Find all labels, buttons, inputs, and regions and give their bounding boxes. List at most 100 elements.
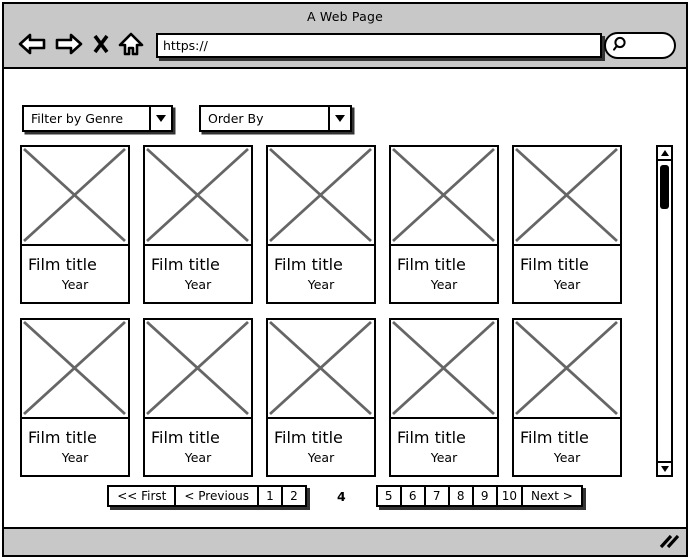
film-card[interactable]: Film title Year bbox=[20, 318, 130, 477]
page-button-10[interactable]: 10 bbox=[495, 485, 523, 507]
film-year: Year bbox=[184, 277, 212, 293]
film-year: Year bbox=[184, 450, 212, 466]
genre-filter-value[interactable]: Filter by Genre bbox=[22, 105, 150, 132]
film-grid-row: Film title Year Film title Year Film tit… bbox=[20, 145, 638, 304]
image-placeholder-icon bbox=[20, 318, 130, 419]
order-by-select[interactable]: Order By bbox=[199, 105, 352, 132]
scroll-down-glyph bbox=[660, 466, 669, 472]
film-title: Film title bbox=[28, 254, 97, 274]
page-button-5[interactable]: 5 bbox=[375, 485, 402, 507]
film-title: Film title bbox=[151, 427, 220, 447]
url-text: https:// bbox=[163, 38, 208, 53]
chevron-down-glyph bbox=[156, 115, 166, 122]
forward-arrow-icon[interactable] bbox=[54, 31, 84, 61]
image-placeholder-icon bbox=[20, 145, 130, 246]
film-card[interactable]: Film title Year bbox=[143, 145, 253, 304]
first-page-button[interactable]: << First bbox=[107, 485, 177, 507]
film-card[interactable]: Film title Year bbox=[389, 318, 499, 477]
film-year: Year bbox=[61, 277, 89, 293]
page-button-1[interactable]: 1 bbox=[256, 485, 283, 507]
film-title: Film title bbox=[397, 254, 466, 274]
page-content: Filter by Genre Order By Film title Year… bbox=[4, 69, 686, 527]
pagination: << First < Previous 1 2 4 5 6 7 8 9 10 N… bbox=[4, 485, 686, 507]
filter-controls: Filter by Genre Order By bbox=[22, 105, 352, 132]
film-card[interactable]: Film title Year bbox=[266, 318, 376, 477]
window-title: A Web Page bbox=[306, 9, 383, 24]
film-card[interactable]: Film title Year bbox=[143, 318, 253, 477]
navigation-row: https:// bbox=[4, 30, 686, 64]
film-grid: Film title Year Film title Year Film tit… bbox=[20, 145, 638, 491]
film-card-meta: Film title Year bbox=[20, 246, 130, 304]
film-year: Year bbox=[430, 277, 458, 293]
page-button-9[interactable]: 9 bbox=[471, 485, 498, 507]
film-card-meta: Film title Year bbox=[389, 419, 499, 477]
scroll-up-glyph bbox=[660, 150, 669, 156]
status-bar bbox=[4, 527, 686, 555]
scrollbar-thumb[interactable] bbox=[659, 165, 669, 209]
image-placeholder-icon bbox=[512, 145, 622, 246]
browser-window: A Web Page https:// Filter by Genre Orde… bbox=[2, 2, 688, 557]
stop-x-icon[interactable] bbox=[91, 31, 111, 61]
image-placeholder-icon bbox=[389, 145, 499, 246]
search-input[interactable] bbox=[604, 32, 676, 59]
film-card-meta: Film title Year bbox=[143, 419, 253, 477]
film-grid-row: Film title Year Film title Year Film tit… bbox=[20, 318, 638, 477]
film-card[interactable]: Film title Year bbox=[20, 145, 130, 304]
film-year: Year bbox=[430, 450, 458, 466]
film-title: Film title bbox=[28, 427, 97, 447]
navigation-icon-group bbox=[17, 30, 144, 62]
next-page-button[interactable]: Next > bbox=[520, 485, 583, 507]
previous-page-button[interactable]: < Previous bbox=[174, 485, 259, 507]
image-placeholder-icon bbox=[266, 145, 376, 246]
film-year: Year bbox=[553, 277, 581, 293]
film-card[interactable]: Film title Year bbox=[512, 318, 622, 477]
genre-filter-select[interactable]: Filter by Genre bbox=[22, 105, 173, 132]
vertical-scrollbar[interactable] bbox=[656, 145, 673, 477]
chevron-down-glyph bbox=[335, 115, 345, 122]
film-year: Year bbox=[553, 450, 581, 466]
image-placeholder-icon bbox=[143, 318, 253, 419]
film-title: Film title bbox=[151, 254, 220, 274]
film-title: Film title bbox=[520, 427, 589, 447]
film-year: Year bbox=[61, 450, 89, 466]
browser-toolbar: A Web Page https:// bbox=[4, 4, 686, 69]
order-by-value[interactable]: Order By bbox=[199, 105, 329, 132]
back-arrow-icon[interactable] bbox=[17, 31, 47, 61]
film-card-meta: Film title Year bbox=[512, 246, 622, 304]
image-placeholder-icon bbox=[512, 318, 622, 419]
current-page-indicator: 4 bbox=[336, 488, 346, 504]
page-button-7[interactable]: 7 bbox=[423, 485, 450, 507]
pagination-left-group: << First < Previous 1 2 bbox=[107, 485, 307, 507]
chevron-down-icon[interactable] bbox=[329, 105, 352, 132]
image-placeholder-icon bbox=[389, 318, 499, 419]
chevron-down-icon[interactable] bbox=[150, 105, 173, 132]
home-icon[interactable] bbox=[118, 31, 144, 62]
film-card-meta: Film title Year bbox=[20, 419, 130, 477]
image-placeholder-icon bbox=[143, 145, 253, 246]
pagination-right-group: 5 6 7 8 9 10 Next > bbox=[375, 485, 583, 507]
page-button-2[interactable]: 2 bbox=[280, 485, 307, 507]
film-card[interactable]: Film title Year bbox=[266, 145, 376, 304]
page-button-8[interactable]: 8 bbox=[447, 485, 474, 507]
resize-grip-icon[interactable] bbox=[657, 533, 680, 555]
film-card-meta: Film title Year bbox=[266, 246, 376, 304]
wireframe-browser-mockup: A Web Page https:// Filter by Genre Orde… bbox=[0, 0, 690, 559]
scroll-up-arrow-icon[interactable] bbox=[658, 147, 671, 161]
film-title: Film title bbox=[274, 427, 343, 447]
film-title: Film title bbox=[520, 254, 589, 274]
film-year: Year bbox=[307, 277, 335, 293]
page-button-6[interactable]: 6 bbox=[399, 485, 426, 507]
film-card-meta: Film title Year bbox=[389, 246, 499, 304]
scroll-down-arrow-icon[interactable] bbox=[658, 461, 671, 475]
film-card-meta: Film title Year bbox=[512, 419, 622, 477]
film-title: Film title bbox=[397, 427, 466, 447]
film-card[interactable]: Film title Year bbox=[389, 145, 499, 304]
film-title: Film title bbox=[274, 254, 343, 274]
film-year: Year bbox=[307, 450, 335, 466]
url-input[interactable]: https:// bbox=[156, 33, 602, 58]
film-card-meta: Film title Year bbox=[143, 246, 253, 304]
search-icon bbox=[612, 35, 630, 57]
image-placeholder-icon bbox=[266, 318, 376, 419]
film-card-meta: Film title Year bbox=[266, 419, 376, 477]
film-card[interactable]: Film title Year bbox=[512, 145, 622, 304]
